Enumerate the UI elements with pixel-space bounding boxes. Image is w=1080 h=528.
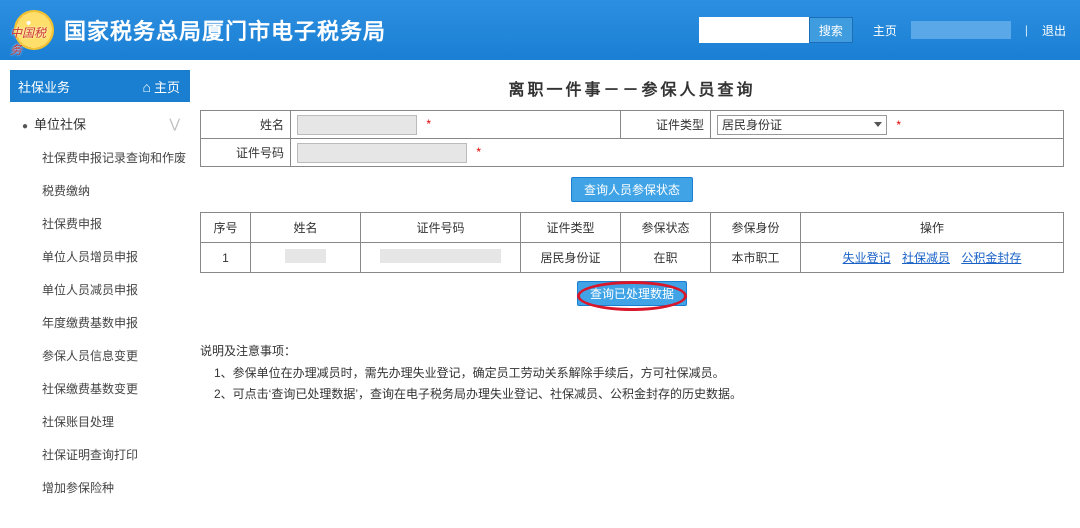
sidebar-item-10[interactable]: 增加参保险种 <box>38 471 190 504</box>
id-type-label: 证件类型 <box>621 111 711 139</box>
sidebar-parent-label: 单位社保 <box>34 117 86 132</box>
page-title: 离职一件事－－参保人员查询 <box>200 70 1064 110</box>
sidebar-item-unit-shebao[interactable]: ● 单位社保 ⋁ <box>10 106 190 141</box>
chevron-down-icon: ⋁ <box>169 116 180 132</box>
cell-name <box>251 243 361 273</box>
sidebar-back-home[interactable]: 主页 <box>143 77 180 96</box>
th-seq: 序号 <box>201 213 251 243</box>
notes-section: 说明及注意事项： 1、参保单位在办理减员时，需先办理失业登记，确定员工劳动关系解… <box>200 341 1064 406</box>
required-mark: * <box>426 117 431 131</box>
bullet-icon: ● <box>22 121 28 132</box>
th-name: 姓名 <box>251 213 361 243</box>
header-separator: | <box>1025 23 1028 37</box>
search-input[interactable] <box>699 17 809 43</box>
required-mark: * <box>476 145 481 159</box>
site-title: 国家税务总局厦门市电子税务局 <box>64 14 386 46</box>
required-mark: * <box>896 118 901 132</box>
th-role: 参保身份 <box>711 213 801 243</box>
header-user-placeholder <box>911 21 1011 39</box>
op-unemployment-register[interactable]: 失业登记 <box>843 251 891 265</box>
th-idtype: 证件类型 <box>521 213 621 243</box>
sidebar-header: 社保业务 主页 <box>10 70 190 102</box>
sidebar-children: 社保费申报记录查询和作废 税费缴纳 社保费申报 单位人员增员申报 单位人员减员申… <box>10 141 190 504</box>
cell-role: 本市职工 <box>711 243 801 273</box>
home-icon <box>143 80 154 95</box>
sidebar-item-7[interactable]: 社保缴费基数变更 <box>38 372 190 405</box>
main-content: 离职一件事－－参保人员查询 姓名 * 证件类型 居民身份证 * 证件号 <box>190 60 1080 514</box>
sidebar-item-9[interactable]: 社保证明查询打印 <box>38 438 190 471</box>
cell-status: 在职 <box>621 243 711 273</box>
app-logo: 中国税务 <box>14 10 54 50</box>
op-shebao-reduce[interactable]: 社保减员 <box>902 251 950 265</box>
sidebar-item-1[interactable]: 税费缴纳 <box>38 174 190 207</box>
cell-idno <box>361 243 521 273</box>
note-item-1: 1、参保单位在办理减员时，需先办理失业登记，确定员工劳动关系解除手续后，方可社保… <box>214 363 1064 385</box>
cell-idtype: 居民身份证 <box>521 243 621 273</box>
op-gongjijin-seal[interactable]: 公积金封存 <box>961 251 1021 265</box>
sidebar-item-6[interactable]: 参保人员信息变更 <box>38 339 190 372</box>
masked-value <box>380 249 501 263</box>
sidebar-module-label: 社保业务 <box>18 77 70 96</box>
sidebar: 社保业务 主页 ● 单位社保 ⋁ 社保费申报记录查询和作废 税费缴纳 社保费申报 … <box>0 60 190 514</box>
id-type-value: 居民身份证 <box>722 116 782 133</box>
sidebar-item-0[interactable]: 社保费申报记录查询和作废 <box>38 141 190 174</box>
query-processed-button[interactable]: 查询已处理数据 <box>577 281 687 306</box>
table-header-row: 序号 姓名 证件号码 证件类型 参保状态 参保身份 操作 <box>201 213 1064 243</box>
cell-ops: 失业登记 社保减员 公积金封存 <box>801 243 1064 273</box>
id-type-select[interactable]: 居民身份证 <box>717 115 887 135</box>
sidebar-item-4[interactable]: 单位人员减员申报 <box>38 273 190 306</box>
table-row: 1 居民身份证 在职 本市职工 失业登记 社保减员 公积金封存 <box>201 243 1064 273</box>
query-form: 姓名 * 证件类型 居民身份证 * 证件号码 * <box>200 110 1064 167</box>
caret-down-icon <box>874 122 882 127</box>
note-item-2: 2、可点击‘查询已处理数据’，查询在电子税务局办理失业登记、社保减员、公积金封存… <box>214 384 1064 406</box>
th-idno: 证件号码 <box>361 213 521 243</box>
home-link[interactable]: 主页 <box>873 22 897 39</box>
name-input[interactable] <box>297 115 417 135</box>
app-header: 中国税务 国家税务总局厦门市电子税务局 搜索 主页 | 退出 <box>0 0 1080 60</box>
result-table: 序号 姓名 证件号码 证件类型 参保状态 参保身份 操作 1 居民身份证 在职 … <box>200 212 1064 273</box>
notes-title: 说明及注意事项： <box>200 341 1064 363</box>
query-status-button[interactable]: 查询人员参保状态 <box>571 177 693 202</box>
id-no-input[interactable] <box>297 143 467 163</box>
logo-script: 中国税务 <box>10 24 52 58</box>
sidebar-item-2[interactable]: 社保费申报 <box>38 207 190 240</box>
th-status: 参保状态 <box>621 213 711 243</box>
sidebar-item-3[interactable]: 单位人员增员申报 <box>38 240 190 273</box>
search-button[interactable]: 搜索 <box>809 17 853 43</box>
th-ops: 操作 <box>801 213 1064 243</box>
cell-seq: 1 <box>201 243 251 273</box>
sidebar-item-8[interactable]: 社保账目处理 <box>38 405 190 438</box>
sidebar-item-5[interactable]: 年度缴费基数申报 <box>38 306 190 339</box>
exit-link[interactable]: 退出 <box>1042 22 1066 39</box>
masked-value <box>285 249 325 263</box>
name-label: 姓名 <box>201 111 291 139</box>
id-no-label: 证件号码 <box>201 139 291 167</box>
